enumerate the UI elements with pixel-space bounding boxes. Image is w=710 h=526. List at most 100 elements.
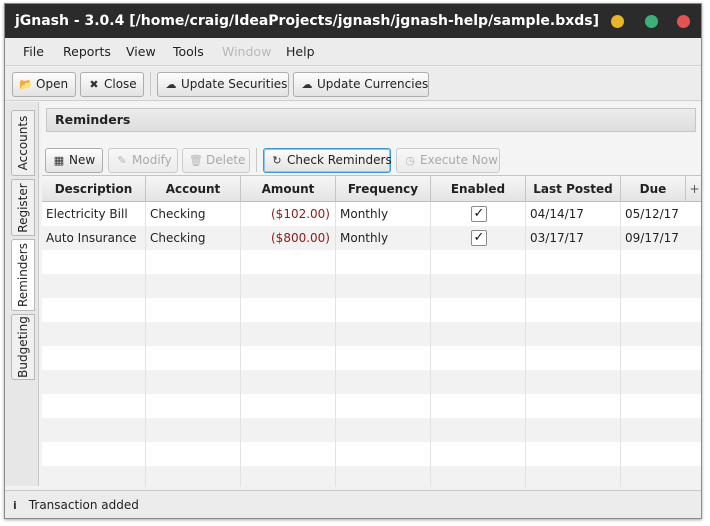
column-divider bbox=[145, 370, 146, 394]
menu-file[interactable]: File bbox=[23, 38, 44, 66]
tab-budgeting[interactable]: Budgeting bbox=[11, 314, 35, 380]
column-divider bbox=[525, 250, 526, 274]
status-text: Transaction added bbox=[28, 498, 139, 512]
column-divider bbox=[525, 466, 526, 487]
update-currencies-button[interactable]: ☁ Update Currencies bbox=[293, 72, 429, 97]
cell-description: Electricity Bill bbox=[42, 202, 146, 226]
info-icon: i bbox=[13, 499, 17, 512]
empty-table-row bbox=[42, 370, 701, 394]
column-header-frequency[interactable]: Frequency bbox=[336, 176, 431, 202]
column-divider bbox=[145, 466, 146, 487]
edit-icon: ✎ bbox=[117, 154, 127, 167]
column-header-due[interactable]: Due bbox=[621, 176, 686, 202]
menu-window[interactable]: Window bbox=[222, 38, 271, 66]
column-divider bbox=[525, 298, 526, 322]
cloud-download-icon: ☁ bbox=[165, 78, 177, 91]
calendar-icon: ▦ bbox=[53, 154, 65, 167]
column-menu-button[interactable]: + bbox=[686, 176, 701, 202]
column-divider bbox=[620, 442, 621, 466]
minimize-button[interactable] bbox=[611, 15, 624, 28]
tab-register-label: Register bbox=[16, 182, 30, 233]
close-button-label: Close bbox=[104, 77, 137, 91]
tab-reminders-label: Reminders bbox=[16, 243, 30, 307]
check-reminders-button[interactable]: ↻ Check Reminders bbox=[263, 148, 392, 173]
column-divider bbox=[335, 346, 336, 370]
empty-table-row bbox=[42, 298, 701, 322]
column-divider bbox=[240, 370, 241, 394]
column-divider bbox=[525, 346, 526, 370]
column-divider bbox=[335, 250, 336, 274]
toolbar-separator bbox=[150, 72, 151, 96]
column-divider bbox=[335, 370, 336, 394]
empty-table-row bbox=[42, 442, 701, 466]
update-securities-label: Update Securities bbox=[181, 77, 288, 91]
table-header: Description Account Amount Frequency Ena… bbox=[42, 176, 701, 202]
column-divider bbox=[620, 274, 621, 298]
update-securities-button[interactable]: ☁ Update Securities bbox=[157, 72, 289, 97]
open-button[interactable]: 📂 Open bbox=[12, 72, 76, 97]
enabled-checkbox[interactable]: ✓ bbox=[471, 206, 487, 222]
update-currencies-label: Update Currencies bbox=[317, 77, 429, 91]
modify-reminder-button[interactable]: ✎ Modify bbox=[108, 148, 178, 173]
column-divider bbox=[430, 442, 431, 466]
column-header-enabled[interactable]: Enabled bbox=[431, 176, 526, 202]
cell-frequency: Monthly bbox=[336, 226, 431, 250]
reminders-panel: Reminders ▦ New ✎ Modify 🗑 Delete ↻ Check Re… bbox=[42, 102, 701, 487]
column-header-amount[interactable]: Amount bbox=[241, 176, 336, 202]
execute-now-label: Execute Now bbox=[420, 153, 498, 167]
empty-table-row bbox=[42, 274, 701, 298]
empty-table-row bbox=[42, 250, 701, 274]
new-reminder-button[interactable]: ▦ New bbox=[45, 148, 103, 173]
column-divider bbox=[240, 418, 241, 442]
column-divider bbox=[430, 370, 431, 394]
column-divider bbox=[240, 346, 241, 370]
column-header-account[interactable]: Account bbox=[146, 176, 241, 202]
column-divider bbox=[525, 394, 526, 418]
cell-due: 05/12/17 bbox=[621, 202, 701, 226]
cell-amount: ($102.00) bbox=[241, 202, 336, 226]
column-divider bbox=[145, 322, 146, 346]
modify-button-label: Modify bbox=[132, 153, 172, 167]
column-divider bbox=[335, 442, 336, 466]
menu-reports[interactable]: Reports bbox=[63, 38, 111, 66]
trash-icon: 🗑 bbox=[189, 154, 203, 167]
delete-reminder-button[interactable]: 🗑 Delete bbox=[182, 148, 250, 173]
column-divider bbox=[430, 298, 431, 322]
empty-table-row bbox=[42, 466, 701, 487]
column-divider bbox=[240, 442, 241, 466]
tab-register[interactable]: Register bbox=[11, 179, 35, 236]
main-toolbar: 📂 Open ✖ Close ☁ Update Securities ☁ Update … bbox=[5, 67, 701, 101]
execute-now-button[interactable]: ◷ Execute Now bbox=[396, 148, 500, 173]
cell-account: Checking bbox=[146, 226, 241, 250]
panel-title: Reminders bbox=[46, 108, 696, 132]
menu-bar: File Reports View Tools Window Help bbox=[5, 38, 701, 66]
tab-accounts[interactable]: Accounts bbox=[11, 110, 35, 176]
column-divider bbox=[335, 418, 336, 442]
maximize-button[interactable] bbox=[645, 15, 658, 28]
column-divider bbox=[145, 346, 146, 370]
reminders-table: Description Account Amount Frequency Ena… bbox=[42, 175, 701, 487]
menu-tools[interactable]: Tools bbox=[173, 38, 204, 66]
column-header-description[interactable]: Description bbox=[42, 176, 146, 202]
close-file-button[interactable]: ✖ Close bbox=[80, 72, 144, 97]
column-divider bbox=[240, 274, 241, 298]
cell-due: 09/17/17 bbox=[621, 226, 701, 250]
column-divider bbox=[620, 418, 621, 442]
table-row[interactable]: Electricity Bill Checking ($102.00) Mont… bbox=[42, 202, 701, 226]
table-row[interactable]: Auto Insurance Checking ($800.00) Monthl… bbox=[42, 226, 701, 250]
close-icon: ✖ bbox=[89, 78, 99, 91]
menu-view[interactable]: View bbox=[126, 38, 156, 66]
menu-help[interactable]: Help bbox=[286, 38, 315, 66]
column-divider bbox=[620, 250, 621, 274]
close-window-button[interactable] bbox=[677, 15, 690, 28]
column-divider bbox=[430, 394, 431, 418]
enabled-checkbox[interactable]: ✓ bbox=[471, 230, 487, 246]
cell-last-posted: 04/14/17 bbox=[526, 202, 621, 226]
tab-reminders[interactable]: Reminders bbox=[11, 239, 35, 311]
refresh-icon: ↻ bbox=[272, 154, 282, 167]
cell-enabled: ✓ bbox=[431, 226, 526, 250]
empty-table-row bbox=[42, 346, 701, 370]
column-header-last-posted[interactable]: Last Posted bbox=[526, 176, 621, 202]
column-divider bbox=[620, 346, 621, 370]
column-divider bbox=[335, 394, 336, 418]
